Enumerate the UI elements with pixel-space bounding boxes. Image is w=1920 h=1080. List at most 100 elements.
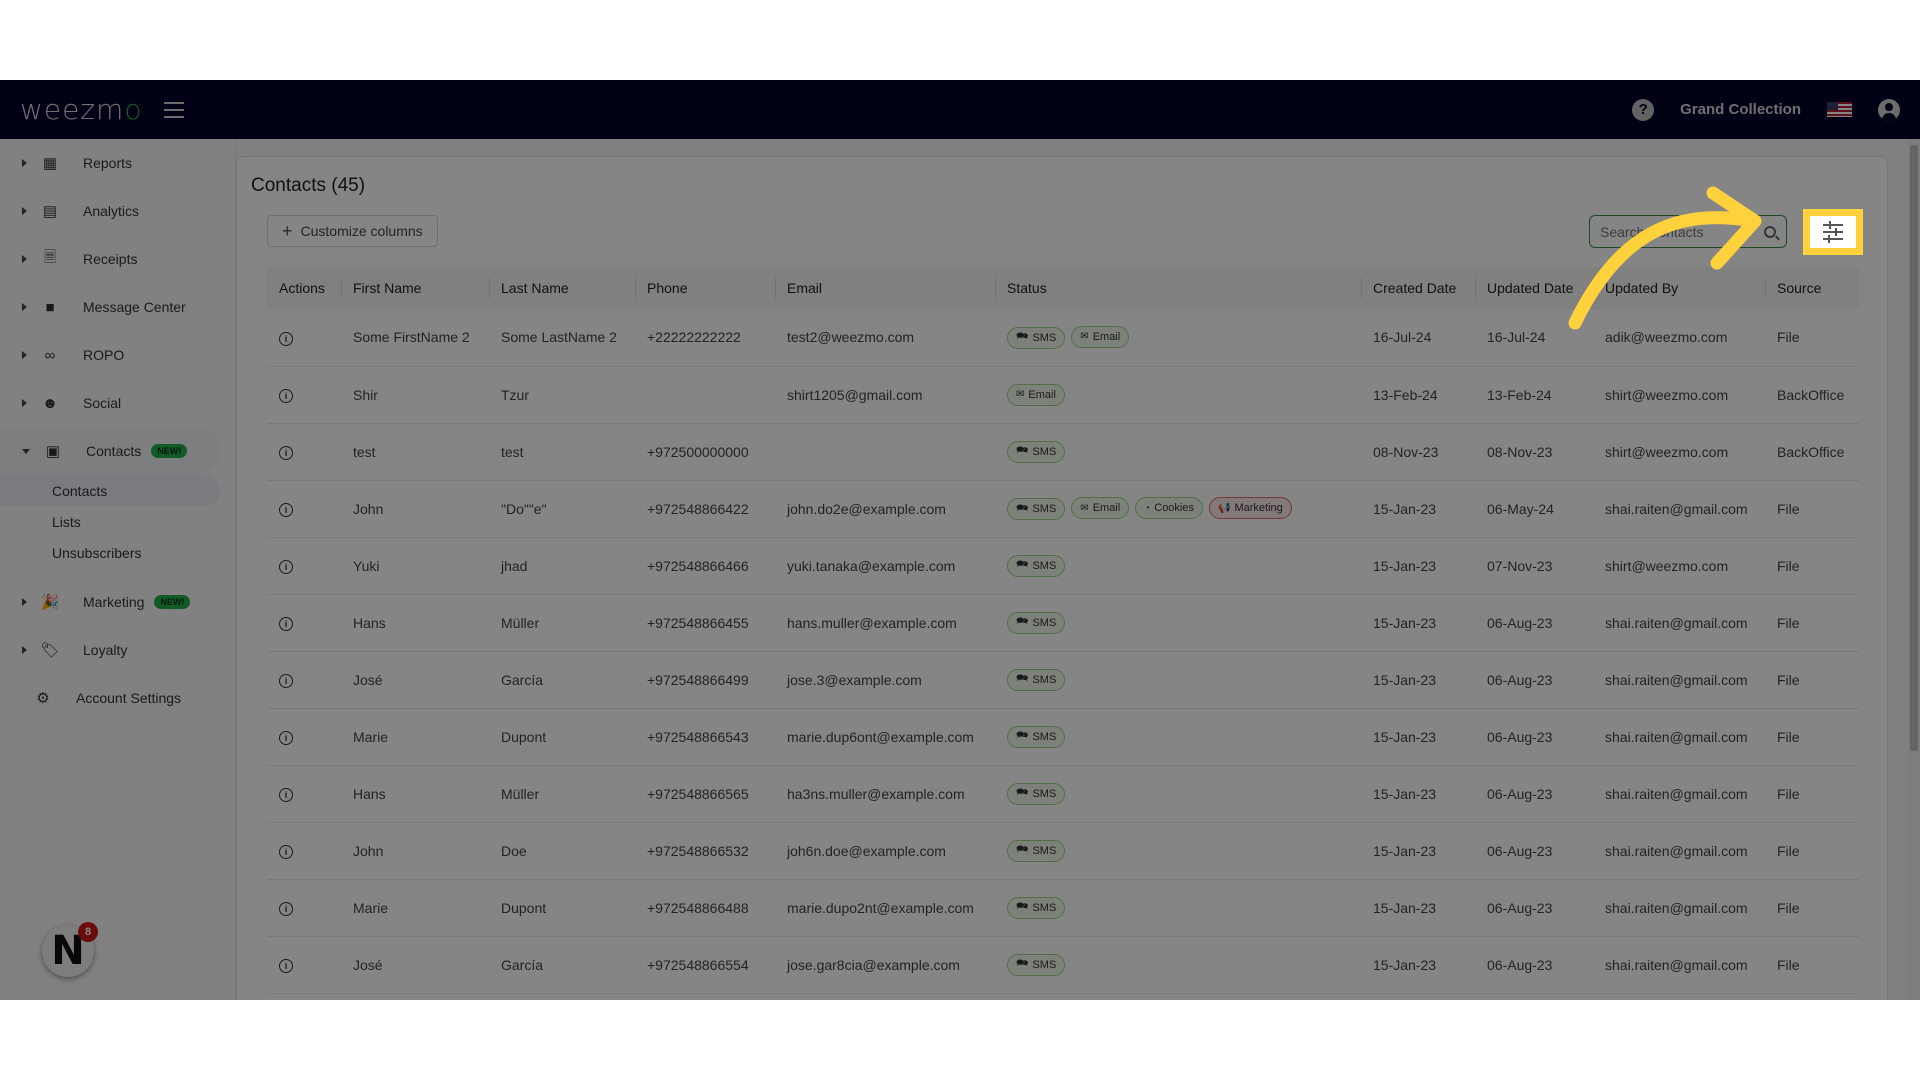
sidebar-item-label: Message Center xyxy=(83,299,186,315)
created-date-cell: 15-Jan-23 xyxy=(1373,785,1437,802)
search-box[interactable] xyxy=(1589,215,1787,248)
actions-cell: i xyxy=(267,366,341,423)
actions-cell: i xyxy=(267,822,341,879)
info-icon[interactable]: i xyxy=(279,503,293,517)
info-icon[interactable]: i xyxy=(279,959,293,973)
info-icon[interactable]: i xyxy=(279,389,293,403)
column-header[interactable]: First Name xyxy=(341,267,489,309)
phone-cell: +972548866455 xyxy=(647,614,749,631)
column-header[interactable]: Email xyxy=(775,267,995,309)
contacts-panel: Contacts (45) + Customize columns Action… xyxy=(236,156,1888,1000)
weezmo-logo[interactable]: weezmo xyxy=(20,93,142,126)
info-icon[interactable]: i xyxy=(279,617,293,631)
column-header[interactable]: Created Date xyxy=(1361,267,1475,309)
table-row[interactable]: i Yuki jhad +972548866466 yuki.tanaka@exampl… xyxy=(267,537,1859,594)
table-row[interactable]: i Shir Tzur shirt1205@gmail.com ✉ Email 13-Feb… xyxy=(267,366,1859,423)
status-chip-sms: 🗪 SMS xyxy=(1007,554,1066,577)
status-chip-sms: 🗪 SMS xyxy=(1007,839,1066,862)
table-row[interactable]: i Marie Dupont +972548866543 marie.dup6ont@e… xyxy=(267,708,1859,765)
table-row[interactable]: i John Doe +972548866532 joh6n.doe@example.c… xyxy=(267,822,1859,879)
info-icon[interactable]: i xyxy=(279,788,293,802)
column-header[interactable]: Actions xyxy=(267,267,341,309)
created-date-cell: 16-Jul-24 xyxy=(1373,329,1432,346)
info-icon[interactable]: i xyxy=(279,560,293,574)
updated-by-cell: shai.raiten@gmail.com xyxy=(1605,500,1748,517)
info-icon[interactable]: i xyxy=(279,331,293,346)
column-header[interactable]: Phone xyxy=(635,267,775,309)
updated-date-cell: 06-Aug-23 xyxy=(1487,728,1553,745)
sidebar-item-message-center[interactable]: ■ Message Center xyxy=(0,283,235,331)
org-name[interactable]: Grand Collection xyxy=(1680,101,1801,118)
status-cell: ✉ Email xyxy=(995,366,1361,423)
sidebar-item-social[interactable]: ☻ Social xyxy=(0,379,235,427)
hamburger-menu-icon[interactable] xyxy=(164,101,185,118)
first-name-cell: Some FirstName 2 xyxy=(353,329,470,346)
last-name-cell: "Do""e" xyxy=(501,500,547,517)
info-icon[interactable]: i xyxy=(279,446,293,460)
status-cell: 🗪 SMS xyxy=(995,822,1361,879)
sidebar-item-label: Account Settings xyxy=(76,690,182,706)
table-row[interactable]: i Hans Müller +972548866455 hans.muller@exam… xyxy=(267,594,1859,651)
table-row[interactable]: i Some FirstName 2 Some LastName 2 +2222222… xyxy=(267,309,1859,366)
last-name-cell: Dupont xyxy=(501,899,547,916)
table-row[interactable]: i Marie Dupont +972548866488 marie.dupo2nt@e… xyxy=(267,879,1859,936)
scrollbar-thumb[interactable] xyxy=(1910,145,1918,751)
sidebar-item-account-settings[interactable]: ⚙ Account Settings xyxy=(0,674,235,722)
status-chip-label: SMS xyxy=(1032,673,1057,686)
chat-bubbles-icon: 🗪 xyxy=(1016,502,1029,514)
help-circle-icon[interactable]: ? xyxy=(1632,98,1655,121)
sidebar-item-marketing[interactable]: 🎉 Marketing NEW! xyxy=(0,578,235,626)
table-row[interactable]: i José García +972548866499 jose.3@example.c… xyxy=(267,651,1859,708)
plus-icon: + xyxy=(282,220,293,241)
source-cell: File xyxy=(1777,671,1800,688)
sidebar-item-ropo[interactable]: ∞ ROPO xyxy=(0,331,235,379)
first-name-cell: Shir xyxy=(353,386,378,403)
status-chip-cookies: ◔ Cookies xyxy=(1135,497,1203,519)
info-icon[interactable]: i xyxy=(279,845,293,859)
sidebar-subitem-lists[interactable]: Lists xyxy=(0,506,235,537)
column-header[interactable]: Updated By xyxy=(1593,267,1765,309)
created-date-cell: 08-Nov-23 xyxy=(1373,443,1439,460)
sidebar-item-reports[interactable]: ▦ Reports xyxy=(0,139,235,187)
user-account-icon[interactable] xyxy=(1878,98,1900,121)
column-header[interactable]: Source xyxy=(1765,267,1859,309)
info-icon[interactable]: i xyxy=(279,674,293,688)
status-cell: 🗪 SMS ✉ Email ◔ Cookies 📢 Marketing xyxy=(995,480,1361,537)
filter-settings-button[interactable] xyxy=(1803,209,1863,255)
sidebar-item-contacts[interactable]: ▣ Contacts NEW! xyxy=(0,427,220,475)
caret-right-icon xyxy=(22,303,27,311)
info-icon[interactable]: i xyxy=(279,902,293,916)
us-flag-icon[interactable] xyxy=(1827,102,1852,117)
customize-columns-button[interactable]: + Customize columns xyxy=(267,215,438,247)
marketing-icon: 🎉 xyxy=(40,594,60,611)
status-cell: 🗪 SMS ✉ Email xyxy=(995,309,1361,366)
table-row[interactable]: i Hans Müller +972548866565 ha3ns.muller@exa… xyxy=(267,765,1859,822)
envelope-icon: ✉ xyxy=(1080,331,1089,343)
last-name-cell: Doe xyxy=(501,842,527,859)
sidebar-item-receipts[interactable]: 🗏 Receipts xyxy=(0,235,235,283)
column-header[interactable]: Status xyxy=(995,267,1361,309)
table-row[interactable]: i test test +972500000000 🗪 SMS 08-Nov-23 08-No… xyxy=(267,423,1859,480)
updated-date-cell: 06-Aug-23 xyxy=(1487,899,1553,916)
sidebar-item-loyalty[interactable]: 🏷 Loyalty xyxy=(0,626,235,674)
first-name-cell: Marie xyxy=(353,728,389,745)
sidebar-subitem-contacts[interactable]: Contacts xyxy=(0,475,220,506)
scrollbar[interactable] xyxy=(1908,139,1920,1000)
caret-right-icon xyxy=(22,598,27,606)
last-name-cell: jhad xyxy=(501,557,528,574)
sidebar-item-label: Analytics xyxy=(83,203,140,219)
search-icon[interactable] xyxy=(1764,225,1776,238)
column-header[interactable]: Last Name xyxy=(489,267,635,309)
table-row[interactable]: i José García +972548866554 jose.gar8cia@exa… xyxy=(267,936,1859,993)
search-input[interactable] xyxy=(1600,223,1750,240)
table-row[interactable]: i John "Do""e" +972548866422 john.do2e@examp… xyxy=(267,480,1859,537)
info-icon[interactable]: i xyxy=(279,731,293,745)
email-cell: jose.gar8cia@example.com xyxy=(787,956,960,973)
caret-right-icon xyxy=(22,159,27,167)
updated-date-cell: 06-Aug-23 xyxy=(1487,671,1553,688)
sidebar-subitem-unsubscribers[interactable]: Unsubscribers xyxy=(0,537,235,568)
sidebar-item-analytics[interactable]: ▤ Analytics xyxy=(0,187,235,235)
column-header[interactable]: Updated Date xyxy=(1475,267,1593,309)
updated-date-cell: 06-May-24 xyxy=(1487,500,1554,517)
source-cell: File xyxy=(1777,329,1800,346)
